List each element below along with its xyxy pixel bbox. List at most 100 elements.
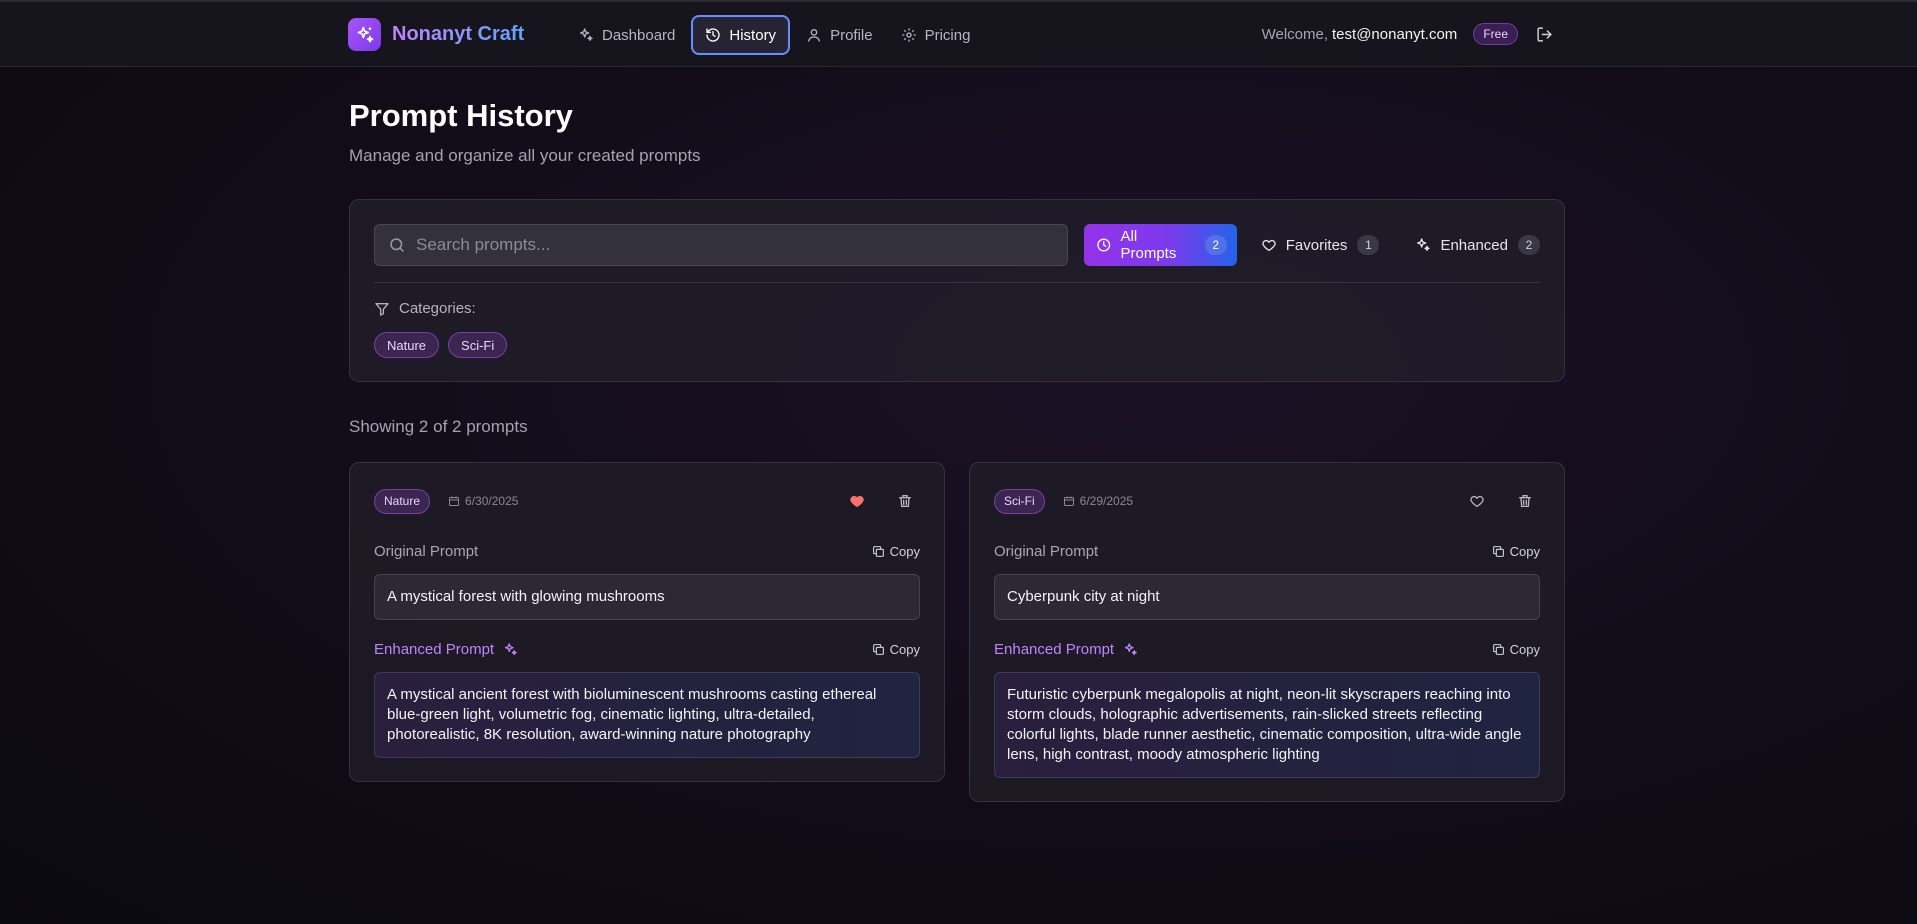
nav-label: Profile (830, 26, 873, 44)
top-bar: Nonanyt Craft Dashboard History Profile … (0, 0, 1917, 67)
original-label: Original Prompt (994, 542, 1099, 560)
card-actions (1444, 486, 1540, 516)
original-prompt-text: Cyberpunk city at night (994, 574, 1540, 620)
date-text: 6/30/2025 (465, 494, 519, 508)
plan-badge: Free (1473, 23, 1518, 45)
nav-dashboard[interactable]: Dashboard (566, 15, 687, 55)
enhanced-section-header: Enhanced Prompt Copy (994, 638, 1540, 660)
copy-icon (1492, 545, 1504, 557)
copy-original-button[interactable]: Copy (872, 544, 920, 559)
category-chips: Nature Sci-Fi (374, 332, 516, 358)
nav-history[interactable]: History (691, 15, 791, 55)
calendar-icon (1063, 496, 1074, 506)
delete-button[interactable] (890, 486, 920, 516)
prompt-card: Sci-Fi 6/29/2025 Original Prompt Copy Cy… (969, 462, 1565, 802)
sparkles-icon (580, 28, 593, 41)
logout-icon (1537, 26, 1552, 42)
count-badge: 2 (1204, 235, 1227, 255)
user-area: Welcome, test@nonanyt.com Free (1262, 23, 1553, 45)
nav-label: Pricing (924, 26, 971, 44)
delete-button[interactable] (1510, 486, 1540, 516)
enhanced-label-text: Enhanced Prompt (374, 640, 495, 658)
page-title: Prompt History (349, 98, 573, 133)
card-header: Nature 6/30/2025 (374, 488, 920, 514)
enhanced-label: Enhanced Prompt (994, 641, 1138, 658)
tab-label: Favorites (1285, 236, 1348, 254)
nav-pricing[interactable]: Pricing (889, 15, 983, 55)
welcome-text: Welcome, (1261, 25, 1329, 43)
user-icon (808, 29, 821, 42)
card-header: Sci-Fi 6/29/2025 (994, 488, 1540, 514)
copy-icon (872, 643, 884, 655)
card-actions (824, 486, 920, 516)
copy-label: Copy (1509, 543, 1540, 559)
copy-enhanced-button[interactable]: Copy (872, 642, 920, 657)
user-email: test@nonanyt.com (1332, 25, 1458, 43)
original-section-header: Original Prompt Copy (994, 540, 1540, 562)
enhanced-label-text: Enhanced Prompt (994, 640, 1115, 658)
heart-filled-icon (850, 495, 864, 507)
filter-tabs: All Prompts 2 Favorites 1 Enhanced 2 (1084, 224, 1564, 266)
prompt-date: 6/30/2025 (448, 494, 518, 508)
sparkles-logo-icon (348, 18, 381, 51)
category-badge: Nature (374, 488, 431, 514)
trash-icon (1519, 495, 1531, 507)
original-prompt-text: A mystical forest with glowing mushrooms (374, 574, 920, 620)
favorite-button[interactable] (1462, 486, 1492, 516)
copy-label: Copy (889, 543, 920, 559)
main-nav: Dashboard History Profile Pricing (566, 15, 986, 55)
calendar-icon (449, 496, 460, 506)
original-label: Original Prompt (374, 542, 479, 560)
copy-icon (1492, 643, 1504, 655)
sparkles-icon (1124, 642, 1137, 655)
page-subtitle: Manage and organize all your created pro… (349, 146, 701, 165)
brand[interactable]: Nonanyt Craft (348, 18, 524, 51)
date-text: 6/29/2025 (1079, 494, 1134, 508)
count-badge: 2 (1518, 235, 1540, 255)
heart-icon (1470, 495, 1484, 507)
tab-label: All Prompts (1120, 228, 1177, 262)
enhanced-prompt-text: A mystical ancient forest with biolumine… (374, 672, 920, 758)
search-input[interactable] (416, 235, 1036, 255)
search-box[interactable] (374, 224, 1068, 266)
history-icon (706, 28, 721, 42)
nav-profile[interactable]: Profile (794, 15, 885, 55)
sparkles-icon (1417, 238, 1431, 251)
nav-label: History (729, 26, 777, 44)
count-badge: 1 (1357, 235, 1380, 255)
category-chip-nature[interactable]: Nature (374, 332, 440, 358)
copy-icon (872, 545, 884, 557)
tab-all-prompts[interactable]: All Prompts 2 (1084, 224, 1237, 266)
enhanced-prompt-text: Futuristic cyberpunk megalopolis at nigh… (994, 672, 1540, 778)
categories-label: Categories: (374, 300, 476, 317)
enhanced-label: Enhanced Prompt (374, 641, 518, 658)
tab-enhanced[interactable]: Enhanced 2 (1403, 224, 1552, 266)
divider (374, 282, 1540, 283)
gear-icon (901, 28, 916, 42)
favorite-button[interactable] (842, 486, 872, 516)
tab-label: Enhanced (1440, 236, 1508, 254)
results-summary: Showing 2 of 2 prompts (349, 417, 528, 436)
filter-icon (375, 302, 389, 316)
brand-name: Nonanyt Craft (392, 23, 525, 45)
clock-icon (1097, 238, 1111, 252)
logout-button[interactable] (1536, 26, 1553, 43)
copy-label: Copy (889, 641, 920, 657)
sparkles-icon (504, 642, 517, 655)
heart-icon (1262, 239, 1276, 251)
original-section-header: Original Prompt Copy (374, 540, 920, 562)
filter-panel: All Prompts 2 Favorites 1 Enhanced 2 Cat… (349, 199, 1565, 382)
copy-original-button[interactable]: Copy (1492, 544, 1540, 559)
category-badge: Sci-Fi (994, 488, 1045, 514)
tab-favorites[interactable]: Favorites 1 (1249, 224, 1392, 266)
prompt-card: Nature 6/30/2025 Original Prompt Copy A … (349, 462, 945, 782)
prompt-date: 6/29/2025 (1063, 494, 1133, 508)
copy-enhanced-button[interactable]: Copy (1492, 642, 1540, 657)
categories-label-text: Categories: (399, 300, 476, 317)
category-chip-scifi[interactable]: Sci-Fi (448, 332, 508, 358)
nav-label: Dashboard (602, 26, 676, 44)
trash-icon (899, 495, 911, 507)
copy-label: Copy (1509, 641, 1540, 657)
enhanced-section-header: Enhanced Prompt Copy (374, 638, 920, 660)
search-icon (390, 238, 404, 252)
